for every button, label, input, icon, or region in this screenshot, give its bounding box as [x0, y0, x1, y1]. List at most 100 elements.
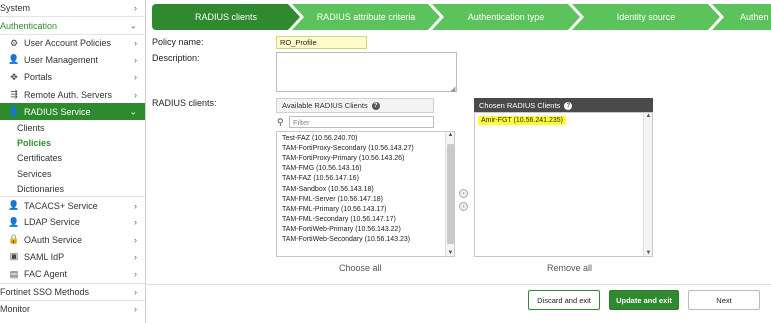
- sidebar-subitem-dictionaries[interactable]: Dictionaries: [0, 181, 145, 196]
- chevron-right-icon: ›: [134, 234, 137, 245]
- nav-monitor[interactable]: Monitor ›: [0, 300, 145, 317]
- sidebar-item-remote-auth-servers[interactable]: ⇶ Remote Auth. Servers ›: [0, 86, 145, 103]
- sidebar-item-label: OAuth Service: [24, 234, 83, 245]
- sidebar-item-label: Remote Auth. Servers: [24, 89, 113, 100]
- chosen-clients-list[interactable]: Amir-FGT (10.56.241.235) ▲ ▼: [474, 112, 653, 257]
- chevron-right-icon: ›: [134, 72, 137, 83]
- nav-monitor-label: Monitor: [0, 304, 31, 315]
- footer-divider: [146, 284, 771, 285]
- sidebar-item-label: FAC Agent: [24, 269, 68, 280]
- wizard-step-radius-attribute-criteria[interactable]: RADIUS attribute criteria: [292, 4, 440, 30]
- chosen-clients-header: Chosen RADIUS Clients ?: [474, 98, 653, 113]
- description-label: Description:: [152, 53, 200, 63]
- help-icon[interactable]: ?: [564, 101, 573, 110]
- sidebar-item-label: LDAP Service: [24, 217, 80, 228]
- chevron-right-icon: ›: [134, 54, 137, 65]
- sidebar-item-saml-idp[interactable]: ▣ SAML IdP ›: [0, 248, 145, 265]
- nav-system[interactable]: System ›: [0, 0, 145, 16]
- filter-input[interactable]: Filter: [289, 116, 434, 128]
- nav-authentication-label: Authentication: [0, 20, 58, 31]
- sidebar-item-oauth-service[interactable]: 🔒 OAuth Service ›: [0, 231, 145, 248]
- list-item[interactable]: TAM-FMG (10.56.143.16): [277, 164, 454, 174]
- sidebar-subitem-clients[interactable]: Clients: [0, 120, 145, 135]
- nav-system-label: System: [0, 3, 31, 13]
- sidebar-item-user-management[interactable]: 👤 User Management ›: [0, 51, 145, 68]
- list-item[interactable]: TAM-FAZ (10.56.147.16): [277, 174, 454, 184]
- sidebar-item-portals[interactable]: ✥ Portals ›: [0, 69, 145, 86]
- list-item[interactable]: TAM-Sandbox (10.56.143.18): [277, 184, 454, 194]
- list-item[interactable]: Amir-FGT (10.56.241.235): [478, 116, 566, 125]
- sidebar-item-user-account-policies[interactable]: ⚙ User Account Policies ›: [0, 34, 145, 51]
- sidebar-subitem-label: Services: [17, 168, 52, 179]
- list-item[interactable]: TAM-FML-Primary (10.56.143.17): [277, 204, 454, 214]
- wizard-step-radius-clients[interactable]: RADIUS clients: [152, 4, 300, 30]
- policy-name-input[interactable]: RO_Profile: [276, 36, 367, 49]
- tacacs-icon: 👤: [8, 200, 20, 211]
- gear-icon: ⚙: [9, 37, 19, 48]
- help-icon[interactable]: ?: [371, 101, 380, 110]
- wizard-step-label: RADIUS attribute criteria: [316, 12, 416, 22]
- sidebar-subitem-services[interactable]: Services: [0, 166, 145, 181]
- chevron-right-icon: ›: [134, 38, 137, 49]
- sidebar-subitem-label: Certificates: [17, 153, 63, 164]
- server-icon: ⇶: [10, 89, 18, 100]
- update-and-exit-button[interactable]: Update and exit: [609, 290, 679, 310]
- search-icon: ⚲: [277, 117, 284, 127]
- sidebar-item-label: RADIUS Service: [24, 106, 91, 117]
- wizard-step-authen[interactable]: Authen: [712, 4, 771, 30]
- available-clients-list[interactable]: Test-FAZ (10.56.240.70) TAM-FortiProxy-S…: [276, 131, 455, 257]
- list-item[interactable]: Test-FAZ (10.56.240.70): [277, 133, 454, 143]
- sidebar-item-ldap-service[interactable]: 👤 LDAP Service ›: [0, 214, 145, 231]
- scroll-thumb[interactable]: [447, 144, 454, 244]
- sidebar-item-tacacs-service[interactable]: 👤 TACACS+ Service ›: [0, 196, 145, 213]
- wizard-step-label: Authen: [740, 12, 769, 22]
- portals-icon: ✥: [10, 71, 18, 82]
- sidebar-subitem-label: Clients: [17, 123, 45, 134]
- move-left-icon[interactable]: ‹: [459, 202, 468, 211]
- chevron-down-icon: ⌄: [129, 106, 137, 117]
- sidebar-item-label: User Management: [24, 54, 99, 65]
- list-item[interactable]: TAM-FortiProxy-Primary (10.56.143.26): [277, 153, 454, 163]
- next-button[interactable]: Next: [688, 290, 760, 310]
- radius-icon: 👤: [8, 106, 20, 117]
- list-item[interactable]: TAM-FML-Server (10.56.147.18): [277, 194, 454, 204]
- list-item[interactable]: TAM-FortiProxy-Secondary (10.56.143.27): [277, 143, 454, 153]
- sidebar-subitem-certificates[interactable]: Certificates: [0, 151, 145, 166]
- sidebar-item-label: Portals: [24, 72, 53, 83]
- choose-all-link[interactable]: Choose all: [339, 263, 382, 273]
- agent-icon: ▤: [9, 268, 19, 279]
- sidebar-item-radius-service[interactable]: 👤 RADIUS Service ⌄: [0, 103, 145, 121]
- chosen-clients-title: Chosen RADIUS Clients: [479, 101, 561, 110]
- nav-authentication[interactable]: Authentication ⌄: [0, 16, 145, 34]
- scrollbar[interactable]: ▲ ▼: [445, 132, 454, 256]
- wizard-step-identity-source[interactable]: Identity source: [572, 4, 720, 30]
- list-item[interactable]: TAM-FML-Secondary (10.56.147.17): [277, 215, 454, 225]
- sidebar-item-fac-agent[interactable]: ▤ FAC Agent ›: [0, 266, 145, 283]
- list-item[interactable]: TAM-FortiWeb-Primary (10.56.143.22): [277, 225, 454, 235]
- nav-fortinet-sso-methods[interactable]: Fortinet SSO Methods ›: [0, 282, 145, 300]
- discard-and-exit-button[interactable]: Discard and exit: [528, 290, 600, 310]
- chevron-right-icon: ›: [134, 200, 137, 211]
- available-clients-header: Available RADIUS Clients ?: [276, 98, 434, 113]
- scroll-down-icon[interactable]: ▼: [446, 250, 455, 256]
- wizard-step-authentication-type[interactable]: Authentication type: [432, 4, 580, 30]
- chevron-right-icon: ›: [134, 3, 137, 13]
- scroll-up-icon[interactable]: ▲: [446, 132, 455, 138]
- resize-grip-icon[interactable]: ◢: [450, 85, 455, 93]
- ldap-icon: 👤: [8, 216, 20, 227]
- wizard-step-label: Authentication type: [467, 12, 545, 22]
- sidebar-subitem-policies[interactable]: Policies: [0, 136, 145, 151]
- oauth-icon: 🔒: [8, 234, 20, 245]
- list-item[interactable]: TAM-FortiWeb-Secondary (10.56.143.23): [277, 235, 454, 245]
- scroll-down-icon[interactable]: ▼: [644, 250, 653, 256]
- remove-all-link[interactable]: Remove all: [547, 263, 592, 273]
- scroll-up-icon[interactable]: ▲: [644, 113, 653, 119]
- sidebar-item-label: User Account Policies: [24, 38, 112, 49]
- description-input[interactable]: [276, 52, 457, 92]
- move-right-icon[interactable]: ›: [459, 189, 468, 198]
- user-icon: 👤: [8, 54, 20, 65]
- nav-fsso-label: Fortinet SSO Methods: [0, 287, 90, 298]
- scrollbar[interactable]: ▲ ▼: [643, 113, 652, 256]
- saml-icon: ▣: [9, 251, 19, 262]
- sidebar-item-label: SAML IdP: [24, 251, 65, 262]
